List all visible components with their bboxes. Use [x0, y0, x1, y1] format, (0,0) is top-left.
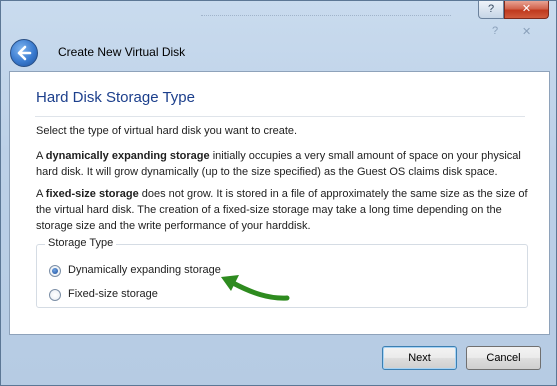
- back-button[interactable]: [10, 39, 38, 67]
- close-icon: ✕: [521, 3, 532, 15]
- title-divider: [35, 116, 525, 117]
- intro-text: Select the type of virtual hard disk you…: [36, 125, 298, 137]
- radio-button-unchecked[interactable]: [49, 289, 61, 301]
- fixed-desc-bold: fixed-size storage: [45, 188, 139, 200]
- title-bar: ? ✕ ? ✕: [1, 1, 556, 38]
- cancel-button[interactable]: Cancel: [466, 346, 541, 370]
- back-arrow-icon: [17, 45, 32, 61]
- fixed-description: A fixed-size storage does not grow. It i…: [36, 186, 536, 234]
- radio-label-fixed[interactable]: Fixed-size storage: [68, 288, 158, 300]
- fixed-desc-prefix: A: [36, 188, 46, 200]
- green-arrow-annotation: [221, 275, 290, 301]
- storage-type-legend: Storage Type: [45, 237, 117, 249]
- dynamic-desc-prefix: A: [36, 150, 46, 162]
- dialog-close-button[interactable]: ✕: [522, 25, 531, 38]
- window-title: Create New Virtual Disk: [58, 45, 186, 59]
- radio-button-checked[interactable]: [49, 265, 61, 277]
- radio-label-dynamic[interactable]: Dynamically expanding storage: [68, 264, 221, 276]
- dialog-caption-buttons: ? ✕: [478, 21, 549, 41]
- next-button[interactable]: Next: [382, 346, 457, 370]
- close-button[interactable]: ✕: [504, 1, 549, 19]
- dialog-help-button[interactable]: ?: [492, 25, 498, 37]
- background-window-trace: [201, 15, 451, 18]
- help-button[interactable]: ?: [478, 1, 504, 19]
- page-title: Hard Disk Storage Type: [36, 89, 195, 106]
- dynamic-desc-bold: dynamically expanding storage: [45, 150, 210, 162]
- wizard-window: ? ✕ ? ✕ Create New Virtual Disk Hard Dis…: [0, 0, 557, 386]
- dynamic-description: A dynamically expanding storage initiall…: [36, 148, 536, 180]
- help-icon: ?: [487, 3, 495, 15]
